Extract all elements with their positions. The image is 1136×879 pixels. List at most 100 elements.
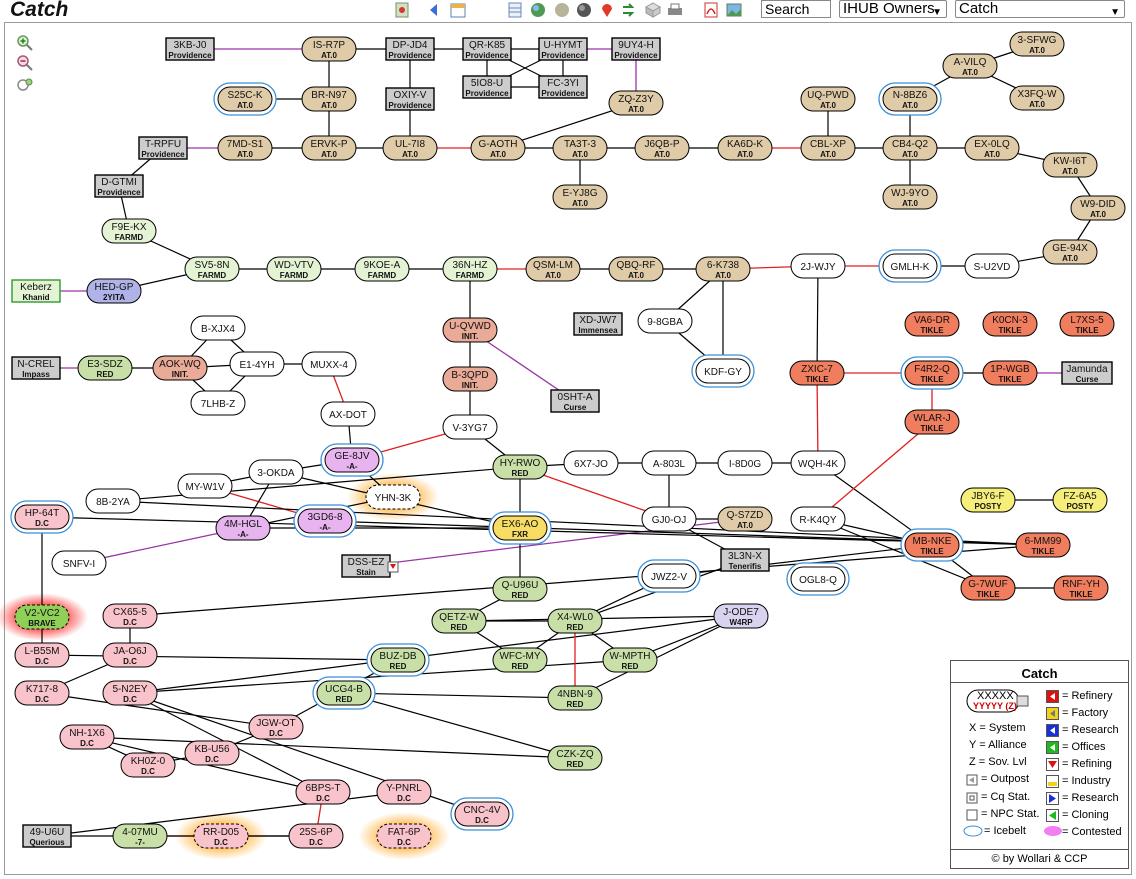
system-jwz2-v[interactable]: JWZ2-V <box>637 559 701 593</box>
system-wd-vtv[interactable]: WD-VTVFARMD <box>266 256 322 282</box>
system-qbq-rf[interactable]: QBQ-RFAT.0 <box>608 256 664 282</box>
system-dp-jd4[interactable]: DP-JD4Providence <box>385 37 435 61</box>
system-v-3yg7[interactable]: V-3YG7 <box>442 414 498 440</box>
system-jby6-f[interactable]: JBY6-FPOSTY <box>960 487 1016 513</box>
system-aok-wq[interactable]: AOK-WQINIT. <box>152 355 208 381</box>
system-ge-94x[interactable]: GE-94XAT.0 <box>1042 239 1098 265</box>
system-1p-wgb[interactable]: 1P-WGBTIKLE <box>982 360 1038 386</box>
system-l7xs-5[interactable]: L7XS-5TIKLE <box>1059 311 1115 337</box>
system-b-3qpd[interactable]: B-3QPDINIT. <box>442 366 498 392</box>
system-2j-wjy[interactable]: 2J-WJY <box>790 253 846 279</box>
system-dss-ez[interactable]: DSS-EZStain <box>341 554 399 578</box>
system-5io8-u[interactable]: 5IO8-UProvidence <box>462 75 512 99</box>
system-7md-s1[interactable]: 7MD-S1AT.0 <box>217 135 273 161</box>
system-b-xjx4[interactable]: B-XJX4 <box>190 315 246 341</box>
system-3l3n-x[interactable]: 3L3N-XTenerifis <box>720 548 770 572</box>
system-q-u96u[interactable]: Q-U96URED <box>492 576 548 602</box>
system-mb-nke[interactable]: MB-NKETIKLE <box>900 528 964 562</box>
system-9-8gba[interactable]: 9-8GBA <box>637 308 693 334</box>
system-cnc-4v[interactable]: CNC-4VD.C <box>450 797 514 831</box>
system-jgw-ot[interactable]: JGW-OTD.C <box>248 714 304 740</box>
system-ax-dot[interactable]: AX-DOT <box>320 401 376 427</box>
system-f4r2-q[interactable]: F4R2-QTIKLE <box>900 356 964 390</box>
system-cx65-5[interactable]: CX65-5D.C <box>102 603 158 629</box>
system-x4-wl0[interactable]: X4-WL0RED <box>547 608 603 634</box>
system-s-u2vd[interactable]: S-U2VD <box>964 253 1020 279</box>
system-qsm-lm[interactable]: QSM-LMAT.0 <box>525 256 581 282</box>
system-f9e-kx[interactable]: F9E-KXFARMD <box>101 218 157 244</box>
system-fat-6p[interactable]: FAT-6PD.C <box>376 823 432 849</box>
system-t-rpfu[interactable]: T-RPFUProvidence <box>138 136 188 160</box>
system-y-pnrl[interactable]: Y-PNRLD.C <box>376 779 432 805</box>
system-w9-did[interactable]: W9-DIDAT.0 <box>1070 195 1126 221</box>
system-wqh-4k[interactable]: WQH-4K <box>790 450 846 476</box>
system-ex6-ao[interactable]: EX6-AOFXR <box>488 511 552 545</box>
system-buz-db[interactable]: BUZ-DBRED <box>366 643 430 677</box>
system-sv5-8n[interactable]: SV5-8NFARMD <box>184 256 240 282</box>
system-ja-o6j[interactable]: JA-O6JD.C <box>102 642 158 668</box>
system-cbl-xp[interactable]: CBL-XPAT.0 <box>800 135 856 161</box>
system-3kb-j0[interactable]: 3KB-J0Providence <box>165 37 215 61</box>
system-a-vilq[interactable]: A-VILQAT.0 <box>942 53 998 79</box>
system-wlar-j[interactable]: WLAR-JTIKLE <box>904 409 960 435</box>
system-6bps-t[interactable]: 6BPS-TD.C <box>295 779 351 805</box>
system-ervk-p[interactable]: ERVK-PAT.0 <box>301 135 357 161</box>
system-zxic-7[interactable]: ZXIC-7TIKLE <box>789 360 845 386</box>
system-kh0z-0[interactable]: KH0Z-0D.C <box>120 752 176 778</box>
system-r-k4qy[interactable]: R-K4QY <box>790 506 846 532</box>
system-wfc-my[interactable]: WFC-MYRED <box>492 647 548 673</box>
system-hy-rwo[interactable]: HY-RWORED <box>492 454 548 480</box>
system-0sht-a[interactable]: 0SHT-ACurse <box>550 389 600 413</box>
system-kdf-gy[interactable]: KDF-GY <box>691 354 755 388</box>
system-yhn-3k[interactable]: YHN-3K <box>365 484 421 510</box>
system-fz-6a5[interactable]: FZ-6A5POSTY <box>1052 487 1108 513</box>
system-ka6d-k[interactable]: KA6D-KAT.0 <box>717 135 773 161</box>
system-rnf-yh[interactable]: RNF-YHTIKLE <box>1053 575 1109 601</box>
system-4m-hgl[interactable]: 4M-HGL-A- <box>215 515 271 541</box>
system-cb4-q2[interactable]: CB4-Q2AT.0 <box>882 135 938 161</box>
system-e3-sdz[interactable]: E3-SDZRED <box>77 355 133 381</box>
system-keberz[interactable]: KeberzKhanid <box>11 279 61 303</box>
system-3-okda[interactable]: 3-OKDA <box>248 459 304 485</box>
system-hp-64t[interactable]: HP-64TD.C <box>10 500 74 534</box>
system-n-crel[interactable]: N-CRELImpass <box>11 356 61 380</box>
system-rr-d05[interactable]: RR-D05D.C <box>193 823 249 849</box>
system-oxiy-v[interactable]: OXIY-VProvidence <box>385 87 435 111</box>
system-czk-zq[interactable]: CZK-ZQRED <box>547 745 603 771</box>
system-7lhb-z[interactable]: 7LHB-Z <box>190 390 246 416</box>
system-e1-4yh[interactable]: E1-4YH <box>229 351 285 377</box>
system-xd-jw7[interactable]: XD-JW7Immensea <box>573 312 623 336</box>
system-x3fq-w[interactable]: X3FQ-WAT.0 <box>1009 85 1065 111</box>
system-4nbn-9[interactable]: 4NBN-9RED <box>547 685 603 711</box>
system-a-803l[interactable]: A-803L <box>641 450 697 476</box>
system-nh-1x6[interactable]: NH-1X6D.C <box>59 724 115 750</box>
system-n-8bz6[interactable]: N-8BZ6AT.0 <box>878 82 942 116</box>
system-ul-7i8[interactable]: UL-7I8AT.0 <box>382 135 438 161</box>
system-ex-0lq[interactable]: EX-0LQAT.0 <box>964 135 1020 161</box>
system-q-s7zd[interactable]: Q-S7ZDAT.0 <box>717 506 773 532</box>
system-s25c-k[interactable]: S25C-KAT.0 <box>213 82 277 116</box>
system-6x7-jo[interactable]: 6X7-JO <box>563 450 619 476</box>
system-qr-k85[interactable]: QR-K85Providence <box>462 37 512 61</box>
system-36n-hz[interactable]: 36N-HZFARMD <box>442 256 498 282</box>
system-gj0-oj[interactable]: GJ0-OJ <box>641 506 697 532</box>
system-3gd6-8[interactable]: 3GD6-8-A- <box>293 504 357 538</box>
system-g-7wuf[interactable]: G-7WUFTIKLE <box>960 575 1016 601</box>
system-9uy4-h[interactable]: 9UY4-HProvidence <box>611 37 661 61</box>
system-g-aoth[interactable]: G-AOTHAT.0 <box>470 135 526 161</box>
system-qetz-w[interactable]: QETZ-WRED <box>431 608 487 634</box>
system-d-gtmi[interactable]: D-GTMIProvidence <box>94 174 144 198</box>
system-kb-u56[interactable]: KB-U56D.C <box>184 740 240 766</box>
system-fc-3yi[interactable]: FC-3YIProvidence <box>538 75 588 99</box>
system-j-ode7[interactable]: J-ODE7W4RP <box>713 603 769 629</box>
system-l-b55m[interactable]: L-B55MD.C <box>14 642 70 668</box>
system-br-n97[interactable]: BR-N97AT.0 <box>301 86 357 112</box>
system-6-mm99[interactable]: 6-MM99TIKLE <box>1015 532 1071 558</box>
system-i-8d0g[interactable]: I-8D0G <box>717 450 773 476</box>
system-u-hymt[interactable]: U-HYMTProvidence <box>538 37 588 61</box>
system-jamunda[interactable]: JamundaCurse <box>1061 361 1113 385</box>
system-w-mpth[interactable]: W-MPTHRED <box>602 647 658 673</box>
system-4-07mu[interactable]: 4-07MU-7- <box>112 823 168 849</box>
system-zq-z3y[interactable]: ZQ-Z3YAT.0 <box>608 90 664 116</box>
system-my-w1v[interactable]: MY-W1V <box>177 473 233 499</box>
